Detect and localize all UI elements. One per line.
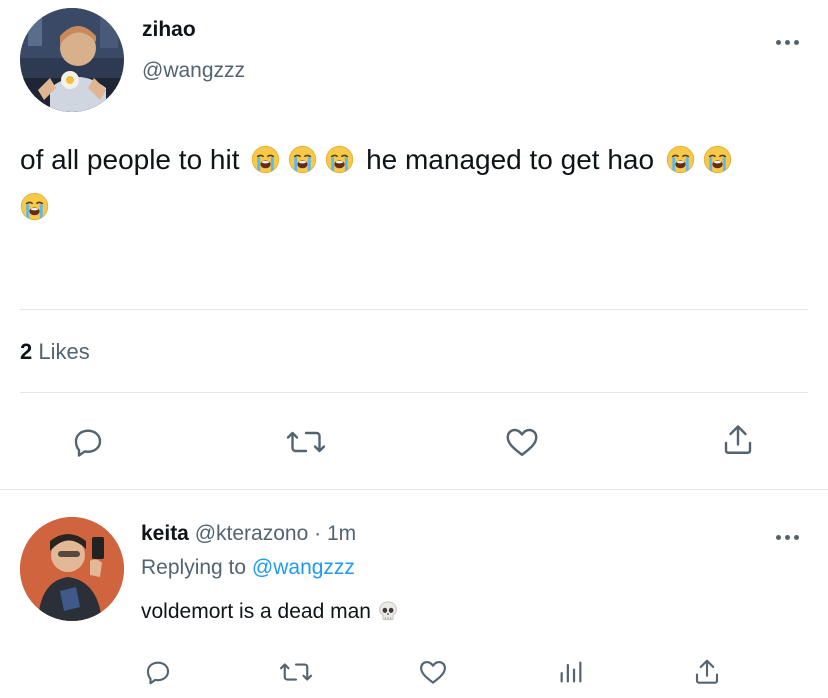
like-icon [506, 428, 538, 456]
avatar[interactable] [20, 8, 124, 112]
like-button[interactable] [500, 420, 544, 464]
timestamp[interactable]: 1m [327, 522, 356, 545]
reply-icon [146, 661, 170, 685]
reply-button[interactable] [66, 420, 110, 464]
loudly-crying-face-icon [666, 145, 695, 174]
retweet-button[interactable] [275, 654, 317, 690]
loudly-crying-face-icon [20, 192, 49, 221]
divider [20, 309, 808, 310]
reply-icon [74, 429, 102, 457]
share-button[interactable] [689, 654, 725, 690]
reply-header: keita @kterazono · 1m [141, 522, 356, 546]
loudly-crying-face-icon [325, 145, 354, 174]
loudly-crying-face-icon [703, 145, 732, 174]
loudly-crying-face-icon [288, 145, 317, 174]
analytics-button[interactable] [553, 654, 589, 690]
avatar[interactable] [20, 517, 124, 621]
share-icon [724, 425, 752, 454]
handle[interactable]: @wangzzz [142, 59, 245, 83]
display-name[interactable]: zihao [142, 18, 196, 42]
retweet-icon [279, 663, 313, 681]
share-icon [695, 659, 719, 684]
main-tweet: zihao @wangzzz of all people to hit he m… [0, 0, 828, 490]
reply-tweet[interactable]: keita @kterazono · 1m Replying to @wangz… [0, 490, 828, 698]
like-icon [420, 660, 446, 684]
replying-label: Replying to [141, 556, 247, 579]
display-name[interactable]: keita [141, 522, 189, 545]
retweet-icon [286, 431, 326, 453]
avatar-image [20, 517, 124, 621]
tweet-text-part1: of all people to hit [20, 144, 240, 175]
replying-to: Replying to @wangzzz [141, 556, 355, 580]
skull-icon [377, 600, 399, 622]
likes-number: 2 [20, 339, 33, 364]
like-button[interactable] [415, 654, 451, 690]
more-options-icon[interactable] [776, 532, 804, 542]
likes-count[interactable]: 2 Likes [20, 339, 90, 365]
separator: · [314, 522, 322, 545]
more-options-icon[interactable] [776, 37, 804, 47]
tweet-text-part2: he managed to get hao [366, 144, 655, 175]
handle[interactable]: @kterazono [195, 522, 309, 545]
likes-label: Likes [38, 339, 90, 364]
share-button[interactable] [716, 418, 760, 462]
loudly-crying-face-icon [251, 145, 280, 174]
reply-text: voldemort is a dead man [141, 600, 403, 624]
reply-text-body: voldemort is a dead man [141, 600, 371, 623]
retweet-button[interactable] [281, 420, 331, 464]
analytics-icon [560, 661, 582, 683]
divider [20, 392, 808, 393]
reply-button[interactable] [140, 654, 176, 690]
tweet-text: of all people to hit he managed to get h… [20, 136, 810, 230]
avatar-image [20, 8, 124, 112]
mention-link[interactable]: @wangzzz [252, 556, 355, 579]
